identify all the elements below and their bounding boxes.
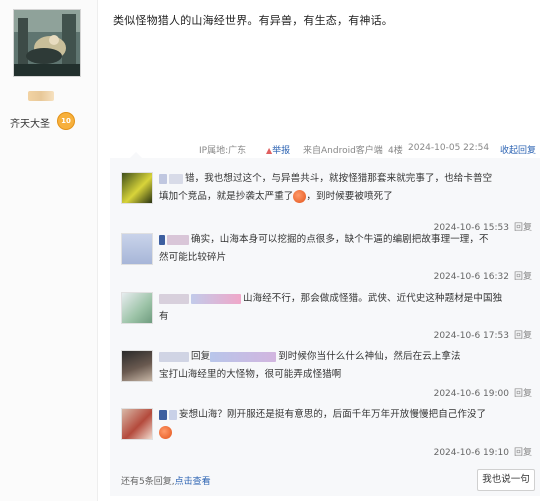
reply-list: 错，我也想过这个，与异兽共斗，就按怪猎那套来就完事了，也给卡普空 填加个竞品，就… (110, 152, 540, 496)
reply-button[interactable]: 回复 (514, 448, 532, 458)
reply-avatar[interactable] (121, 292, 153, 324)
reply-button-main[interactable]: 我也说一句 (477, 469, 535, 491)
reply-text: 确实，山海本身可以挖掘的点很多，缺个牛逼的编剧把故事理一理，不 然可能比较碎片 (159, 234, 489, 263)
reply-button[interactable]: 回复 (514, 272, 532, 282)
reply-button[interactable]: 回复 (514, 331, 532, 341)
reply-time: 2024-10-6 17:53 回复 (433, 331, 532, 341)
emoji-icon (159, 426, 172, 439)
author-badge-blur (28, 91, 54, 101)
post-datetime: 2024-10-05 22:54 (408, 143, 490, 153)
reply-username-fragment[interactable]: 错 (185, 173, 195, 184)
reply-text: 错，我也想过这个，与异兽共斗，就按怪猎那套来就完事了，也给卡普空 填加个竞品，就… (159, 173, 493, 203)
more-replies: 还有5条回复,点击查看 (121, 477, 211, 487)
floor-number: 4楼 (388, 146, 403, 156)
post-content: 类似怪物猎人的山海经世界。有异兽，有生态，有神话。 (113, 14, 393, 27)
reply-avatar[interactable] (121, 350, 153, 382)
reply-avatar[interactable] (121, 408, 153, 440)
blurred-username[interactable] (159, 293, 189, 304)
reply-avatar[interactable] (121, 233, 153, 265)
blurred-username[interactable] (159, 234, 165, 245)
mentioned-user[interactable] (210, 351, 277, 362)
reply-time: 2024-10-6 19:00 回复 (433, 389, 532, 399)
reply-text: 山海经不行，那会做成怪猎。武侠、近代史这种题材是中国独 有 (159, 293, 503, 322)
reply-time: 2024-10-6 19:10 回复 (433, 448, 532, 458)
level-badge: 10 (57, 112, 75, 130)
blurred-username[interactable] (159, 409, 167, 420)
view-more-link[interactable]: 点击查看 (175, 477, 211, 487)
reply-time: 2024-10-6 16:32 回复 (433, 272, 532, 282)
reply-text: 回复 到时候你当什么什么神仙，然后在云上拿法 宝打山海经里的大怪物，很可能弄成怪猎… (159, 351, 461, 380)
author-avatar[interactable] (13, 9, 81, 77)
author-sidebar: 齐天大圣 10 (0, 0, 98, 501)
author-name[interactable]: 齐天大圣 (10, 115, 50, 130)
report-link[interactable]: ▲举报 (266, 143, 290, 156)
blurred-username[interactable] (159, 351, 189, 362)
reply-text: 妄想山海？刚开服还是挺有意思的，后面千年万年开放慢慢把自己作没了 (159, 406, 533, 442)
ip-location: IP属地:广东 (199, 146, 247, 156)
reply-button[interactable]: 回复 (514, 389, 532, 399)
collapse-replies-link[interactable]: 收起回复 (500, 143, 536, 156)
reply-avatar[interactable] (121, 172, 153, 204)
blurred-username[interactable] (159, 173, 167, 184)
client-source: 来自Android客户端 (303, 146, 383, 156)
emoji-icon (293, 190, 307, 203)
